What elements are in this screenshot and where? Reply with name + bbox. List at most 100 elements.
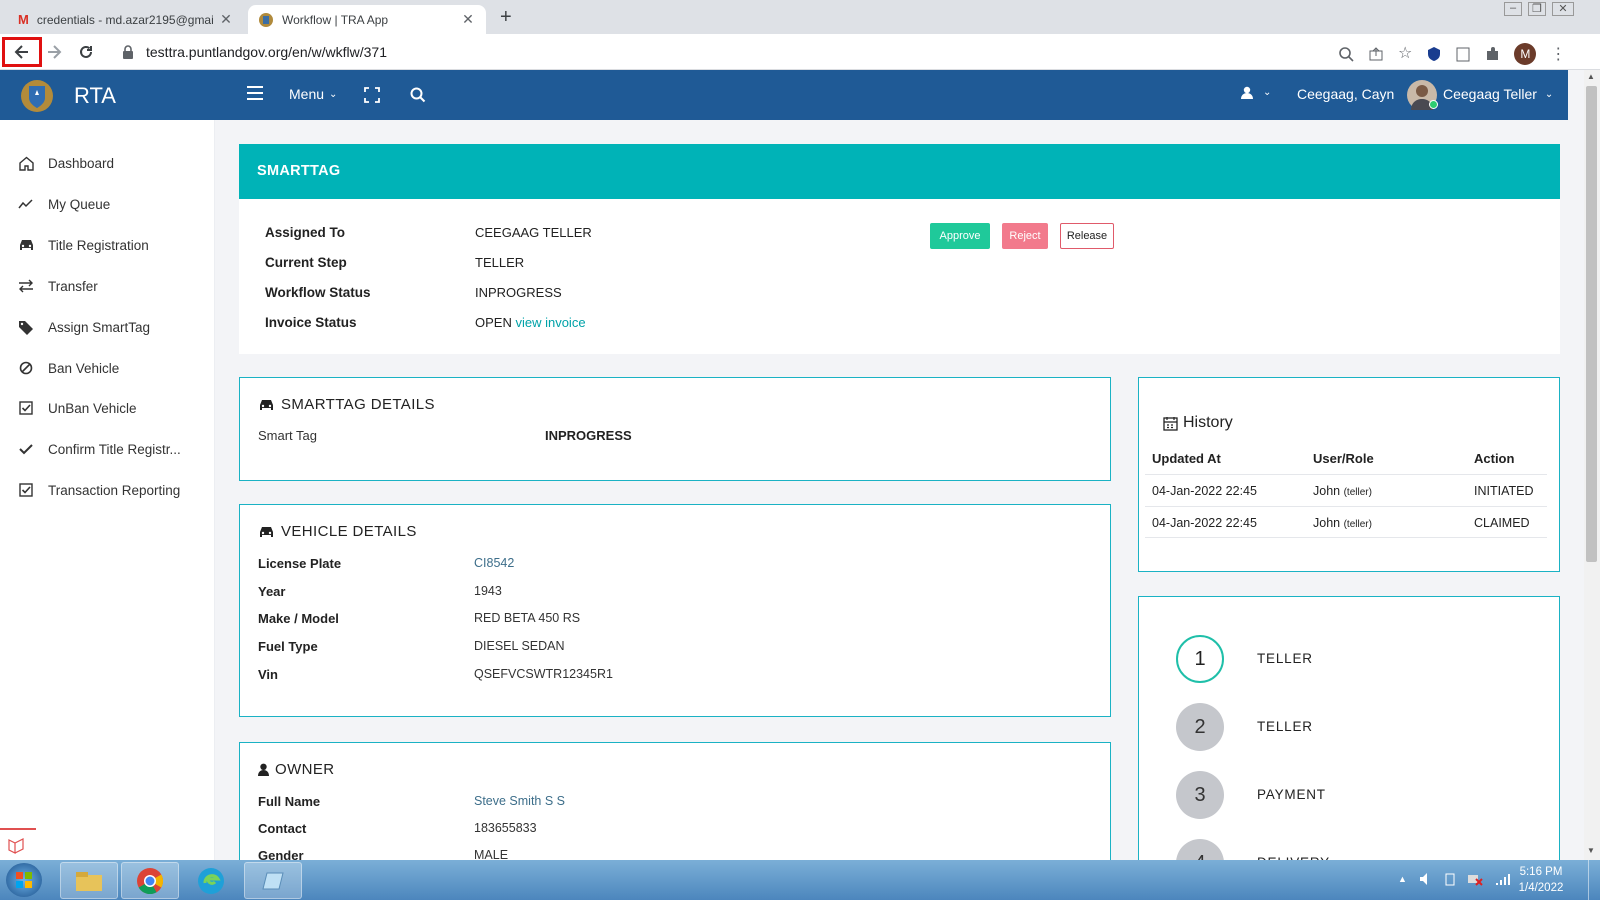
smarttag-details-card: SMARTTAG DETAILS Smart Tag INPROGRESS (239, 377, 1111, 481)
back-icon[interactable] (12, 42, 32, 62)
check-square-icon (18, 482, 34, 498)
clipboard-icon[interactable] (1456, 46, 1470, 62)
trend-icon (18, 196, 34, 212)
card-heading: SMARTTAG DETAILS (258, 396, 435, 413)
card-title: SMARTTAG DETAILS (281, 396, 435, 413)
sidebar-item-unban-vehicle[interactable]: UnBan Vehicle (18, 397, 137, 419)
user-icon (258, 763, 269, 776)
search-icon[interactable] (410, 87, 426, 103)
tray-expand-icon[interactable]: ▲ (1398, 874, 1407, 884)
license-plate-value: CI8542 (474, 556, 515, 570)
history-card: History Updated At User/Role Action 04-J… (1138, 377, 1560, 572)
browser-menu-icon[interactable]: ⋮ (1550, 44, 1566, 64)
close-tab-icon[interactable]: ✕ (460, 11, 476, 28)
scroll-down-icon[interactable]: ▼ (1587, 846, 1595, 855)
signal-icon[interactable] (1495, 872, 1511, 886)
reload-icon[interactable] (76, 42, 96, 62)
close-tab-icon[interactable]: ✕ (218, 11, 234, 28)
sidebar-item-label: Ban Vehicle (48, 360, 120, 376)
sidebar-item-transaction-reporting[interactable]: Transaction Reporting (18, 479, 180, 501)
start-button[interactable] (6, 863, 42, 897)
car-icon (258, 525, 275, 539)
home-icon (18, 155, 34, 171)
new-tab-icon[interactable]: + (500, 6, 512, 29)
scrollbar-thumb[interactable] (1586, 86, 1597, 562)
explorer-taskbar-icon[interactable] (60, 862, 118, 899)
clock-time: 5:16 PM (1519, 866, 1563, 878)
sidebar-item-confirm-title-registration[interactable]: Confirm Title Registr... (18, 438, 181, 460)
history-title: History (1183, 414, 1233, 431)
menu-dropdown[interactable]: Menu ⌄ (289, 86, 337, 102)
laravel-debug-icon[interactable] (0, 828, 36, 860)
user-icon (1241, 86, 1253, 99)
forward-icon[interactable] (44, 42, 64, 62)
sidebar-item-dashboard[interactable]: Dashboard (18, 152, 114, 174)
show-desktop-button[interactable] (1588, 860, 1600, 900)
extensions-puzzle-icon[interactable] (1484, 46, 1500, 62)
address-bar[interactable]: testtra.puntlandgov.org/en/w/wkflw/371 (112, 38, 1382, 66)
vin-label: Vin (258, 667, 278, 682)
step-2-circle: 2 (1176, 703, 1224, 751)
invoice-status: OPEN view invoice (475, 315, 586, 330)
view-invoice-link[interactable]: view invoice (515, 315, 585, 330)
user-dropdown[interactable]: ⌄ (1241, 86, 1271, 99)
assigned-to-value: CEEGAAG TELLER (475, 225, 592, 240)
sidebar-item-label: UnBan Vehicle (48, 400, 137, 416)
scroll-up-icon[interactable]: ▲ (1587, 72, 1595, 81)
approve-button[interactable]: Approve (930, 223, 990, 249)
step-1-label: TELLER (1257, 651, 1313, 666)
user-role: (teller) (1343, 519, 1372, 530)
volume-icon[interactable] (1419, 872, 1433, 886)
clock[interactable]: 5:16 PM 1/4/2022 (1510, 864, 1572, 896)
zoom-icon[interactable] (1338, 46, 1354, 62)
updated-at-cell: 04-Jan-2022 22:45 (1152, 484, 1257, 498)
brand[interactable]: RTA (12, 78, 116, 114)
sidebar-item-my-queue[interactable]: My Queue (18, 193, 110, 215)
release-button[interactable]: Release (1060, 223, 1114, 249)
card-heading: OWNER (258, 761, 335, 778)
tab-workflow[interactable]: Workflow | TRA App ✕ (248, 5, 486, 34)
card-heading: VEHICLE DETAILS (258, 523, 417, 540)
column-header-action: Action (1474, 451, 1515, 466)
close-window-icon[interactable]: ✕ (1552, 2, 1574, 16)
menu-label: Menu (289, 86, 325, 102)
reject-button[interactable]: Reject (1002, 223, 1048, 249)
account-label: Ceegaag Teller (1443, 86, 1537, 102)
make-model-value: RED BETA 450 RS (474, 611, 581, 625)
minimize-icon[interactable]: – (1504, 2, 1522, 16)
notepad-taskbar-icon[interactable] (244, 862, 302, 899)
current-step-label: Current Step (265, 255, 347, 270)
invoice-status-label: Invoice Status (265, 315, 357, 330)
avatar[interactable] (1407, 80, 1438, 110)
extension-shield-icon[interactable] (1426, 46, 1442, 62)
workflow-info-panel: Assigned To CEEGAAG TELLER Current Step … (239, 199, 1560, 354)
hamburger-icon[interactable] (246, 85, 264, 101)
windows-taskbar: ▲ 5:16 PM 1/4/2022 (0, 860, 1600, 900)
battery-icon[interactable] (1445, 872, 1455, 886)
restore-icon[interactable]: ❐ (1528, 2, 1546, 16)
share-icon[interactable] (1368, 46, 1384, 62)
tab-gmail[interactable]: M credentials - md.azar2195@gmai ✕ (8, 5, 244, 34)
chrome-taskbar-icon[interactable] (121, 862, 179, 899)
chevron-down-icon: ⌄ (329, 88, 338, 100)
edge-taskbar-icon[interactable] (182, 862, 240, 899)
lock-icon (122, 45, 134, 59)
network-warning-icon[interactable] (1467, 872, 1483, 886)
bookmark-star-icon[interactable]: ☆ (1398, 46, 1412, 62)
fuel-type-label: Fuel Type (258, 639, 318, 654)
sidebar-item-title-registration[interactable]: Title Registration (18, 234, 149, 256)
sidebar-item-ban-vehicle[interactable]: Ban Vehicle (18, 357, 119, 379)
fullscreen-icon[interactable] (364, 87, 380, 103)
step-1-circle: 1 (1176, 635, 1224, 683)
profile-avatar[interactable]: M (1514, 43, 1537, 65)
user-name: John (1313, 484, 1341, 498)
contact-value: 183655833 (474, 821, 537, 835)
updated-at-cell: 04-Jan-2022 22:45 (1152, 516, 1257, 530)
sidebar-item-assign-smarttag[interactable]: Assign SmartTag (18, 316, 150, 338)
account-dropdown[interactable]: Ceegaag Teller ⌄ (1443, 86, 1553, 102)
step-2-label: TELLER (1257, 719, 1313, 734)
card-title: VEHICLE DETAILS (281, 523, 417, 540)
sidebar-item-transfer[interactable]: Transfer (18, 275, 98, 297)
system-tray: ▲ (1398, 872, 1511, 886)
table-row: 04-Jan-2022 22:45 John (teller) CLAIMED (1145, 506, 1547, 538)
